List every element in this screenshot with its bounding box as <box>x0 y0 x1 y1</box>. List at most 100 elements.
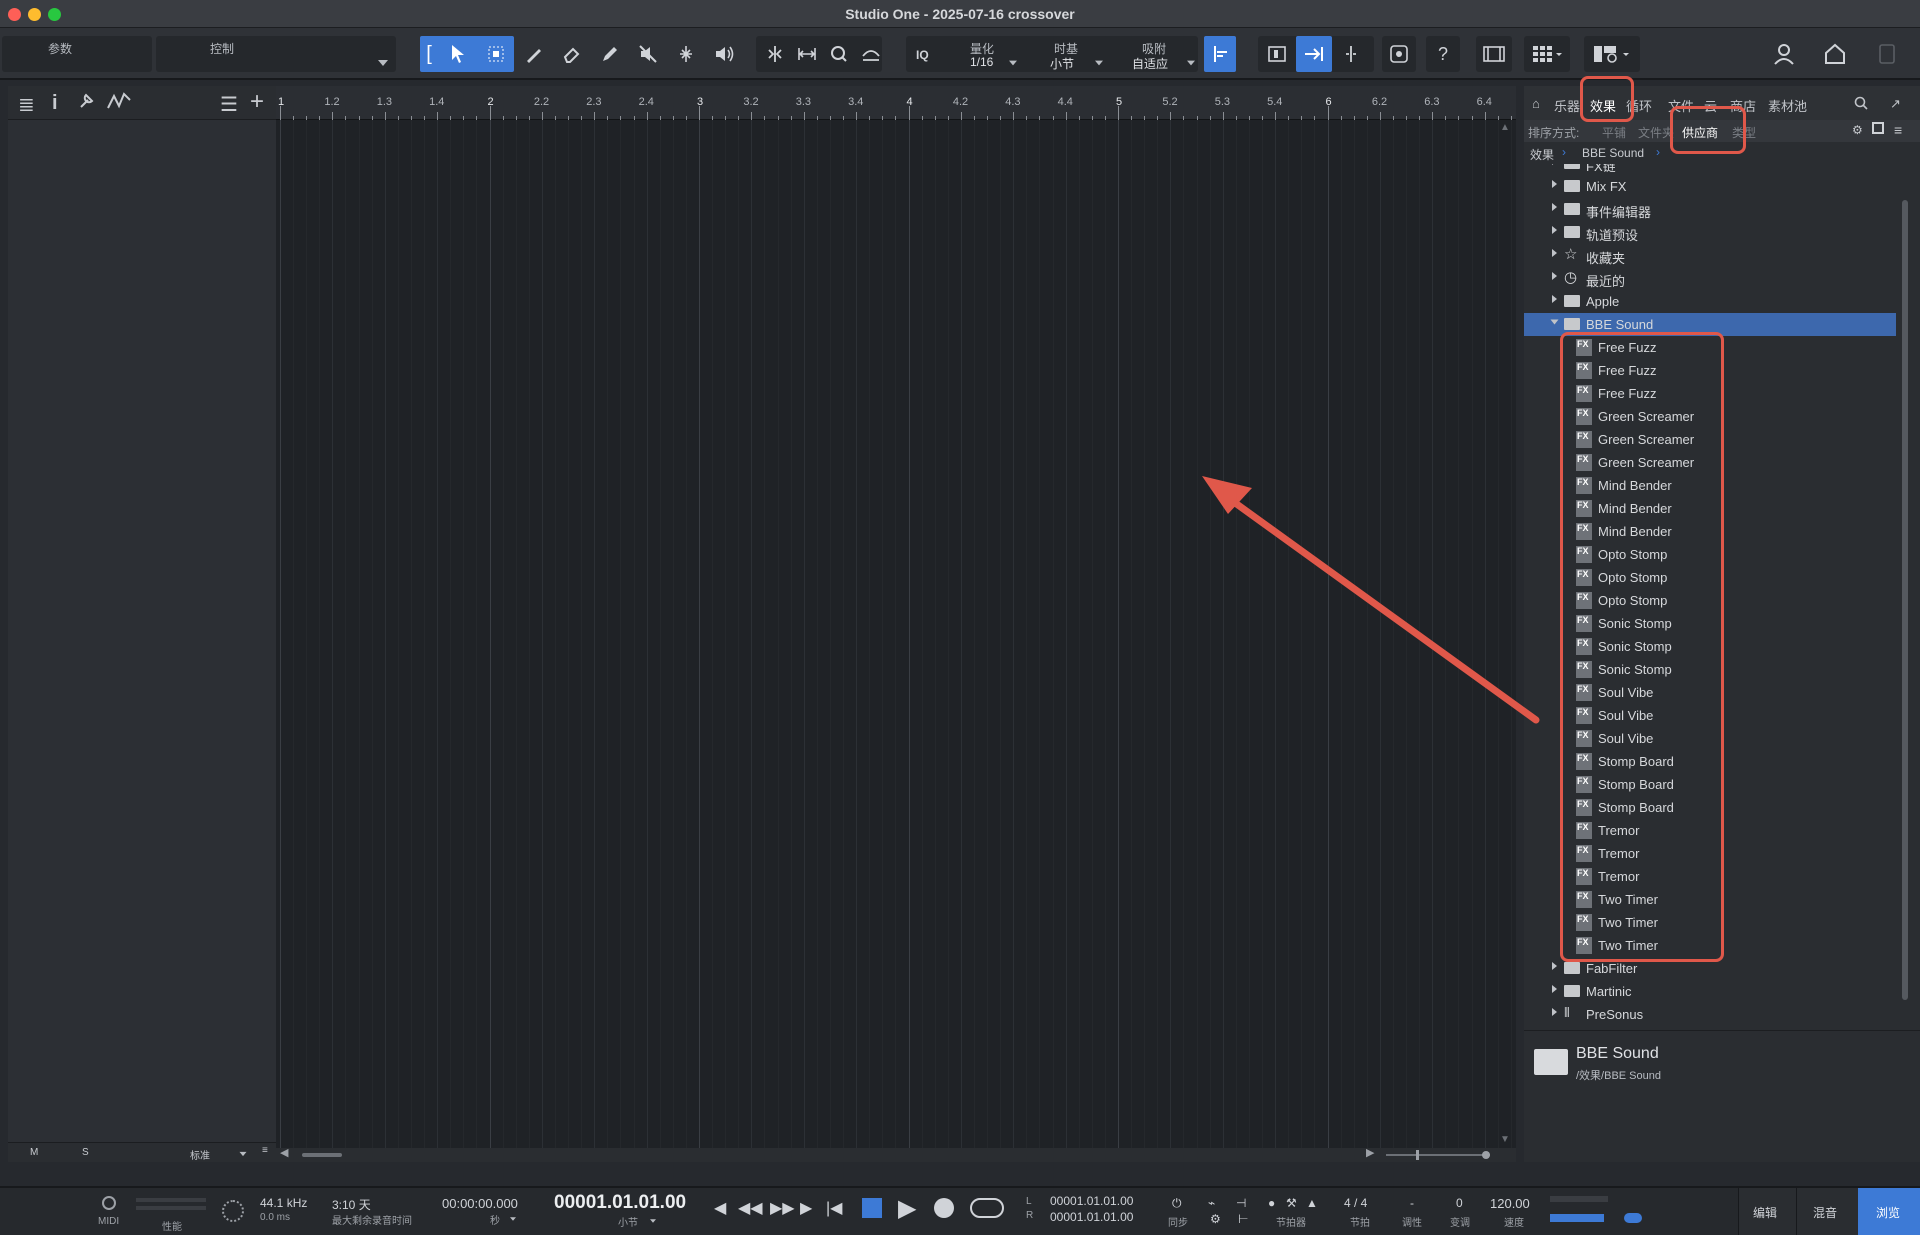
metronome-wrench-icon[interactable]: ⚒ <box>1286 1196 1297 1210</box>
master-volume-slider[interactable] <box>1550 1214 1604 1222</box>
preroll-icon[interactable]: ⊢ <box>1238 1212 1248 1226</box>
document-button[interactable] <box>1872 36 1902 72</box>
previous-marker-icon[interactable]: ◀ <box>714 1198 726 1218</box>
automation-icon[interactable] <box>106 92 132 116</box>
search-icon[interactable] <box>1854 96 1868 113</box>
master-volume-toggle[interactable] <box>1624 1213 1642 1223</box>
midi-monitor[interactable]: MIDI <box>90 1194 130 1230</box>
sort-folder[interactable]: 文件夹 <box>1638 124 1674 141</box>
time-unit-seconds[interactable]: 秒 <box>490 1212 500 1227</box>
metronome-dot-icon[interactable]: ● <box>1268 1196 1275 1210</box>
triangle-down-icon[interactable] <box>1550 319 1559 325</box>
tree-scrollbar[interactable] <box>1902 180 1908 1020</box>
time-display-bars[interactable]: 00001.01.01.00 <box>554 1192 686 1214</box>
scroll-down-icon[interactable]: ▼ <box>1500 1134 1510 1145</box>
param-dropdown[interactable]: 参数 <box>2 36 180 72</box>
add-track-icon[interactable]: + <box>250 88 264 116</box>
bend-tool-button[interactable] <box>670 36 702 72</box>
tree-folder-row[interactable]: Apple <box>1524 290 1896 313</box>
follow-cursor-button[interactable] <box>1296 36 1332 72</box>
listen-tool-button[interactable] <box>708 36 740 72</box>
help-button[interactable]: ? <box>1426 36 1460 72</box>
wrench-icon[interactable]: ⚙ <box>1852 123 1863 137</box>
zoom-slider-end[interactable] <box>1482 1151 1490 1159</box>
return-to-zero-icon[interactable]: |◀ <box>826 1198 842 1218</box>
tree-folder-row[interactable]: 轨道预设 <box>1524 221 1896 244</box>
layout-button[interactable] <box>1584 36 1640 72</box>
fast-forward-icon[interactable]: ▶▶ <box>770 1198 795 1218</box>
precount-icon[interactable]: ⌁ <box>1208 1196 1215 1210</box>
range-tool-button[interactable] <box>480 36 512 72</box>
zoom-slider-thumb[interactable] <box>1416 1150 1419 1160</box>
eraser-tool-button[interactable] <box>556 36 588 72</box>
play-button[interactable]: ▶ <box>898 1194 916 1223</box>
loop-start[interactable]: 00001.01.01.00 <box>1050 1194 1133 1208</box>
tree-folder-row[interactable]: FX链 <box>1524 164 1896 175</box>
zoom-button[interactable] <box>824 36 854 72</box>
control-dropdown[interactable]: 控制 <box>156 36 396 72</box>
metronome-icon[interactable]: ▲ <box>1306 1196 1318 1210</box>
video-button[interactable] <box>1476 36 1512 72</box>
horizontal-scrollbar[interactable]: ◀ ▶ <box>276 1146 1516 1162</box>
lock-to-grid-button[interactable] <box>1262 36 1292 72</box>
settings-gear-icon[interactable]: ⚙ <box>1210 1212 1221 1226</box>
tempo-value[interactable]: 120.00 <box>1490 1196 1530 1211</box>
tab-pool[interactable]: 素材池 <box>1768 96 1807 115</box>
paint-tool-button[interactable] <box>594 36 626 72</box>
mix-view-button[interactable]: 混音 <box>1796 1188 1858 1235</box>
tree-folder-row[interactable]: 事件编辑器 <box>1524 198 1896 221</box>
track-height-mode[interactable]: 标准 <box>190 1147 210 1162</box>
scroll-up-icon[interactable]: ▲ <box>1500 122 1510 133</box>
solo-all-button[interactable]: S <box>82 1147 89 1158</box>
focus-button[interactable] <box>1382 36 1416 72</box>
account-button[interactable] <box>1768 36 1800 72</box>
timeline-ruler[interactable]: 1 1.2 1.3 1.4 2 2.2 2.3 2.4 3 3.2 3.3 3.4 4 4.2 4.3 4.4… <box>276 86 1516 120</box>
triangle-right-icon[interactable] <box>1552 164 1557 165</box>
autoscroll-button[interactable] <box>856 36 886 72</box>
triangle-right-icon[interactable] <box>1552 295 1557 303</box>
time-signature[interactable]: 4 / 4 <box>1344 1196 1367 1210</box>
bracket-icon[interactable]: [ <box>420 36 438 72</box>
time-unit-bars[interactable]: 小节 <box>618 1214 638 1229</box>
tree-folder-row[interactable]: ☆ 收藏夹 <box>1524 244 1896 267</box>
tree-folder-row[interactable]: ◷ 最近的 <box>1524 267 1896 290</box>
browse-view-button[interactable]: 浏览 <box>1858 1188 1920 1235</box>
home-icon[interactable]: ⌂ <box>1532 96 1540 111</box>
list-view-icon[interactable]: ≡ <box>1894 122 1902 138</box>
view-mode-icon[interactable] <box>1872 122 1884 134</box>
key-value[interactable]: - <box>1410 1196 1414 1210</box>
expand-icon[interactable]: ↗ <box>1890 96 1901 112</box>
scroll-thumb[interactable] <box>302 1153 342 1157</box>
transpose-value[interactable]: 0 <box>1456 1196 1463 1210</box>
start-page-button[interactable] <box>1818 36 1852 72</box>
zoom-slider[interactable] <box>1386 1154 1490 1156</box>
iq-button[interactable]: IQ <box>916 48 929 62</box>
quantize-dropdown[interactable]: 量化 1/16 <box>950 36 1020 72</box>
menu-lines-icon[interactable]: ≡ <box>262 1145 268 1156</box>
scroll-right-icon[interactable]: ▶ <box>1366 1146 1374 1159</box>
cursor-split-button[interactable] <box>1336 36 1366 72</box>
split-at-cursor-button[interactable] <box>760 36 790 72</box>
arrange-view[interactable]: 1 1.2 1.3 1.4 2 2.2 2.3 2.4 3 3.2 3.3 3.4 4 4.2 4.3 4.4… <box>276 86 1516 1162</box>
sync-power-icon[interactable]: ⏻ <box>1172 1196 1182 1211</box>
tree-folder-row[interactable]: Martinic <box>1524 980 1896 1003</box>
track-options-icon[interactable]: ☰ <box>220 92 238 117</box>
snap-to-grid-button[interactable] <box>1204 36 1236 72</box>
stop-button[interactable] <box>862 1198 882 1218</box>
triangle-right-icon[interactable] <box>1552 203 1557 211</box>
split-tool-button[interactable] <box>518 36 550 72</box>
triangle-right-icon[interactable] <box>1552 180 1557 188</box>
snap-dropdown[interactable]: 吸附 自适应 <box>1120 36 1198 72</box>
record-button[interactable] <box>934 1198 954 1218</box>
tab-instruments[interactable]: 乐器 <box>1554 96 1580 115</box>
timestretch-button[interactable] <box>792 36 822 72</box>
scroll-left-icon[interactable]: ◀ <box>280 1146 288 1159</box>
tree-scroll-thumb[interactable] <box>1902 200 1908 1000</box>
info-icon[interactable]: i <box>52 92 58 115</box>
grid-view-button[interactable] <box>1524 36 1570 72</box>
tree-folder-row[interactable]: Mix FX <box>1524 175 1896 198</box>
arrow-tool-button[interactable] <box>442 36 474 72</box>
loop-button[interactable] <box>970 1198 1004 1218</box>
triangle-right-icon[interactable] <box>1552 962 1557 970</box>
triangle-right-icon[interactable] <box>1552 249 1557 257</box>
